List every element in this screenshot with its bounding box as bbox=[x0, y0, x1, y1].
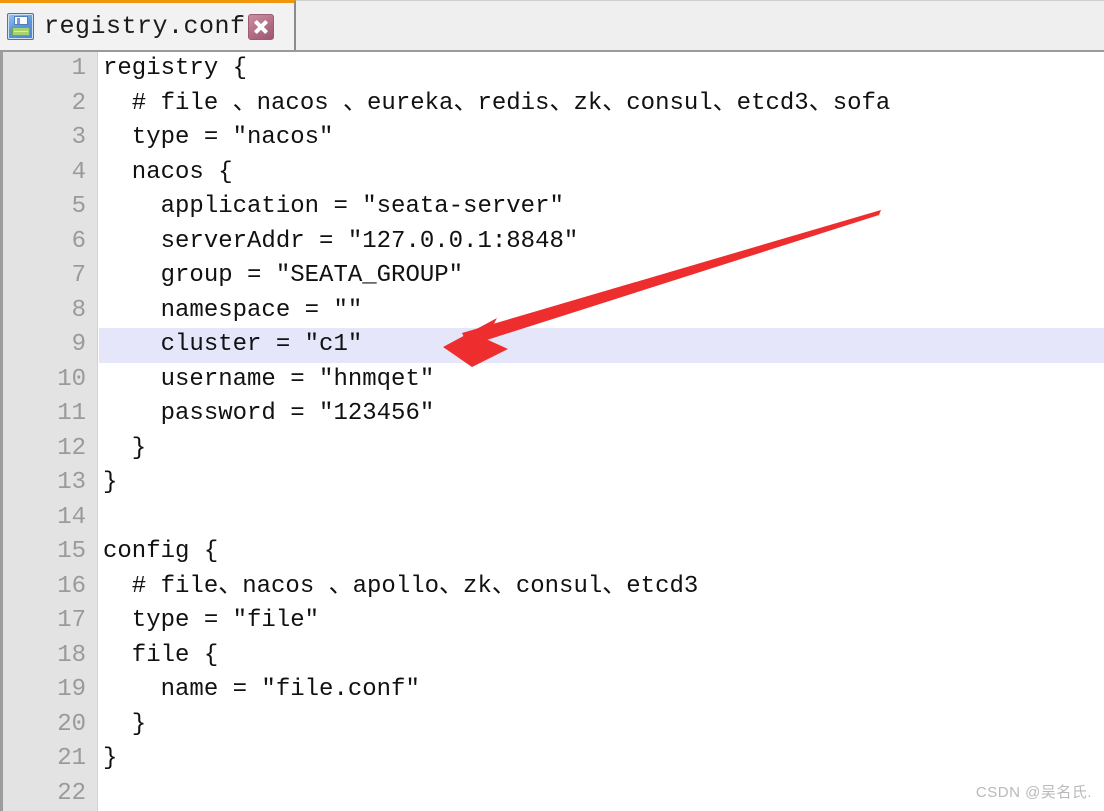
line-text: } bbox=[103, 745, 118, 772]
line-number: 22 bbox=[57, 779, 86, 807]
code-line[interactable]: 11 password = "123456" bbox=[3, 397, 1104, 432]
line-number: 13 bbox=[57, 469, 86, 496]
line-number: 2 bbox=[71, 89, 86, 117]
line-text: } bbox=[103, 469, 118, 496]
line-number: 7 bbox=[71, 262, 86, 289]
close-icon[interactable] bbox=[247, 13, 274, 40]
line-number: 10 bbox=[57, 365, 86, 393]
line-text: type = "file" bbox=[103, 607, 320, 634]
line-text: name = "file.conf" bbox=[103, 676, 420, 703]
line-text: application = "seata-server" bbox=[103, 193, 564, 220]
code-line[interactable]: 21} bbox=[3, 742, 1104, 777]
line-number: 12 bbox=[57, 434, 86, 462]
line-text: registry { bbox=[103, 55, 248, 82]
code-line[interactable]: 13} bbox=[3, 466, 1104, 501]
code-line[interactable]: 15 config { bbox=[3, 535, 1104, 570]
line-number: 20 bbox=[57, 710, 86, 738]
tab-title: registry.conf bbox=[44, 12, 246, 41]
editor-pane[interactable]: 1 registry { 2 # file 、nacos 、eureka、redis… bbox=[0, 52, 1104, 811]
line-text: # file、nacos 、apollo、zk、consul、etcd3 bbox=[103, 572, 699, 600]
line-text: namespace = "" bbox=[103, 296, 363, 324]
code-line[interactable]: 3 type = "nacos" bbox=[3, 121, 1104, 156]
line-text: password = "123456" bbox=[103, 400, 435, 427]
line-number: 14 bbox=[57, 503, 86, 531]
line-number: 5 bbox=[71, 193, 86, 220]
line-text: type = "nacos" bbox=[103, 124, 334, 151]
code-line[interactable]: 7 group = "SEATA_GROUP" bbox=[3, 259, 1104, 294]
code-line[interactable]: 14 bbox=[3, 501, 1104, 536]
line-text: group = "SEATA_GROUP" bbox=[103, 262, 464, 289]
tab-bar: registry.conf bbox=[0, 0, 1104, 52]
line-text: file { bbox=[103, 641, 219, 669]
line-text: # file 、nacos 、eureka、redis、zk、consul、et… bbox=[103, 89, 891, 117]
code-line[interactable]: 18 file { bbox=[3, 639, 1104, 674]
code-line[interactable]: 22 bbox=[3, 777, 1104, 811]
code-line[interactable]: 19 name = "file.conf" bbox=[3, 673, 1104, 708]
line-number: 1 bbox=[71, 55, 86, 82]
line-text: } bbox=[103, 434, 147, 462]
code-line[interactable]: 2 # file 、nacos 、eureka、redis、zk、consul、… bbox=[3, 87, 1104, 122]
line-number: 8 bbox=[71, 296, 86, 324]
floppy-label bbox=[12, 27, 30, 36]
floppy-shutter bbox=[14, 16, 28, 25]
line-text: config { bbox=[103, 538, 219, 565]
code-line[interactable]: 20 } bbox=[3, 708, 1104, 743]
line-number: 4 bbox=[71, 158, 86, 186]
code-line[interactable]: 12 } bbox=[3, 432, 1104, 467]
line-number: 3 bbox=[71, 124, 86, 151]
line-number: 9 bbox=[71, 331, 86, 358]
line-number: 15 bbox=[57, 538, 86, 565]
watermark: CSDN @吴名氏. bbox=[975, 784, 1092, 801]
line-text: cluster = "c1" bbox=[103, 331, 363, 358]
line-text: username = "hnmqet" bbox=[103, 365, 435, 393]
code-line[interactable]: 16 # file、nacos 、apollo、zk、consul、etcd3 bbox=[3, 570, 1104, 605]
line-number: 11 bbox=[57, 400, 86, 427]
line-number: 17 bbox=[57, 607, 86, 634]
floppy-disk-icon bbox=[7, 13, 34, 40]
line-text: nacos { bbox=[103, 158, 233, 186]
line-number: 21 bbox=[57, 745, 86, 772]
line-number: 6 bbox=[71, 227, 86, 255]
line-number: 18 bbox=[57, 641, 86, 669]
line-text: } bbox=[103, 710, 147, 738]
code-line[interactable]: 6 serverAddr = "127.0.0.1:8848" bbox=[3, 225, 1104, 260]
tab-registry-conf[interactable]: registry.conf bbox=[0, 0, 296, 50]
code-line[interactable]: 1 registry { bbox=[3, 52, 1104, 87]
code-line[interactable]: 17 type = "file" bbox=[3, 604, 1104, 639]
code-line[interactable]: 9 cluster = "c1" bbox=[3, 328, 1104, 363]
code-line[interactable]: 10 username = "hnmqet" bbox=[3, 363, 1104, 398]
code-line[interactable]: 5 application = "seata-server" bbox=[3, 190, 1104, 225]
line-text: serverAddr = "127.0.0.1:8848" bbox=[103, 227, 579, 255]
line-number: 16 bbox=[57, 572, 86, 600]
code-line[interactable]: 4 nacos { bbox=[3, 156, 1104, 191]
code-editor-window: registry.conf 1 registry { 2 # file 、nacos… bbox=[0, 0, 1104, 811]
editor-inner: 1 registry { 2 # file 、nacos 、eureka、redis… bbox=[3, 52, 1104, 811]
code-content[interactable]: 1 registry { 2 # file 、nacos 、eureka、redis… bbox=[3, 52, 1104, 811]
code-line[interactable]: 8 namespace = "" bbox=[3, 294, 1104, 329]
line-number: 19 bbox=[57, 676, 86, 703]
